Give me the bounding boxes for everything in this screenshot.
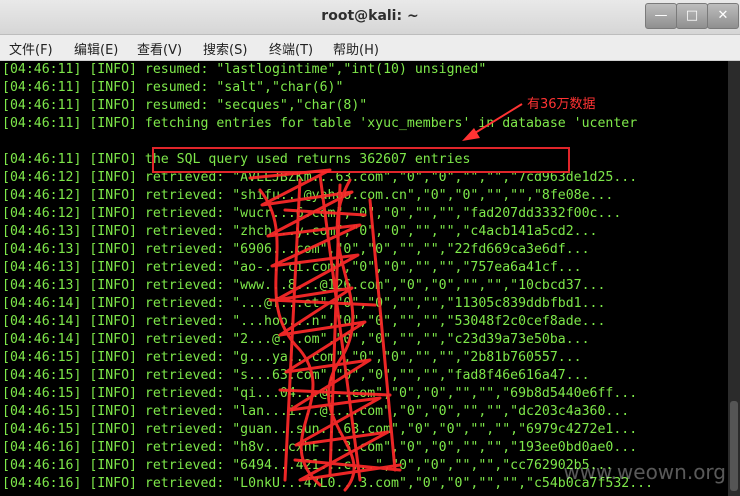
annotation-label: 有36万数据	[527, 97, 596, 112]
annotation-overlay	[248, 103, 523, 492]
watermark: www.weown.org	[563, 460, 726, 484]
arrow-icon	[462, 103, 523, 141]
redaction-scribble	[248, 168, 402, 492]
